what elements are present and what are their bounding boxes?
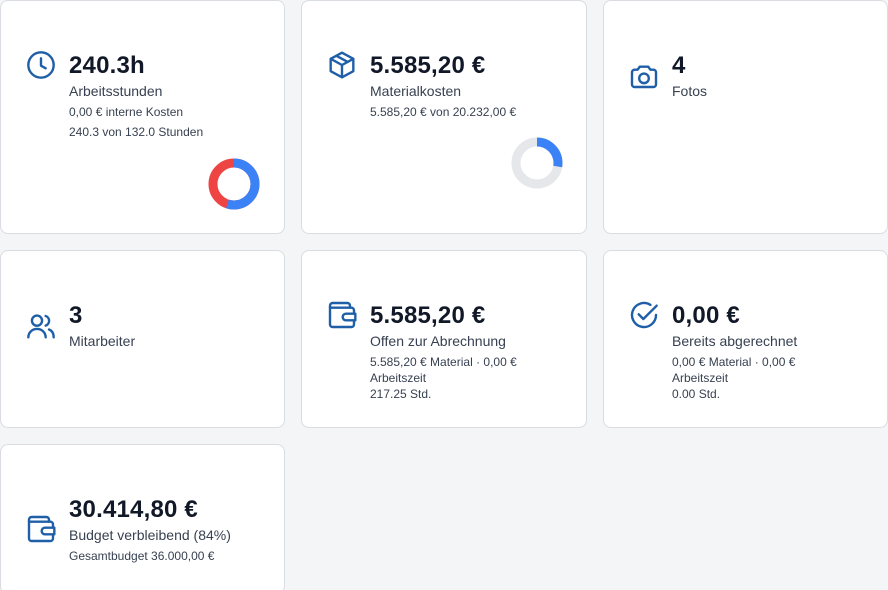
hours-internal-cost: 0,00 € interne Kosten [69, 105, 184, 119]
clock-icon [25, 49, 57, 81]
hours-value: 240.3h [69, 52, 145, 79]
photos-value: 4 [672, 52, 686, 79]
open-billing-card: 5.585,20 € Offen zur Abrechnung 5.585,20… [301, 250, 587, 428]
wallet-icon [25, 513, 57, 545]
billed-breakdown: 0,00 € Material · 0,00 € [672, 355, 796, 369]
staff-label: Mitarbeiter [69, 333, 136, 349]
staff-value: 3 [69, 302, 83, 329]
material-donut-chart [511, 137, 563, 189]
users-icon [25, 310, 57, 342]
open-billing-label: Offen zur Abrechnung [370, 333, 506, 349]
camera-icon [628, 61, 660, 93]
billed-breakdown-cont: Arbeitszeit [672, 371, 729, 385]
hours-label: Arbeitsstunden [69, 83, 163, 99]
material-progress-text: 5.585,20 € von 20.232,00 € [370, 105, 517, 119]
photos-label: Fotos [672, 83, 708, 99]
open-billing-value: 5.585,20 € [370, 302, 486, 329]
billed-card: 0,00 € Bereits abgerechnet 0,00 € Materi… [603, 250, 888, 428]
open-billing-hours: 217.25 Std. [370, 387, 432, 401]
budget-value: 30.414,80 € [69, 496, 198, 523]
check-circle-icon [628, 299, 660, 331]
billed-label: Bereits abgerechnet [672, 333, 798, 349]
material-card: 5.585,20 € Materialkosten 5.585,20 € von… [301, 0, 587, 234]
wallet-icon [326, 299, 358, 331]
budget-total: Gesamtbudget 36.000,00 € [69, 549, 215, 563]
photos-card: 4 Fotos [603, 0, 888, 234]
billed-hours: 0.00 Std. [672, 387, 721, 401]
open-billing-breakdown-cont: Arbeitszeit [370, 371, 427, 385]
material-label: Materialkosten [370, 83, 462, 99]
material-value: 5.585,20 € [370, 52, 486, 79]
billed-value: 0,00 € [672, 302, 740, 329]
budget-label: Budget verbleibend (84%) [69, 527, 231, 543]
hours-card: 240.3h Arbeitsstunden 0,00 € interne Kos… [0, 0, 285, 234]
budget-card: 30.414,80 € Budget verbleibend (84%) Ges… [0, 444, 285, 590]
package-icon [326, 49, 358, 81]
open-billing-breakdown: 5.585,20 € Material · 0,00 € [370, 355, 517, 369]
hours-donut-chart [208, 158, 260, 210]
hours-progress-text: 240.3 von 132.0 Stunden [69, 125, 204, 139]
staff-card: 3 Mitarbeiter [0, 250, 285, 428]
